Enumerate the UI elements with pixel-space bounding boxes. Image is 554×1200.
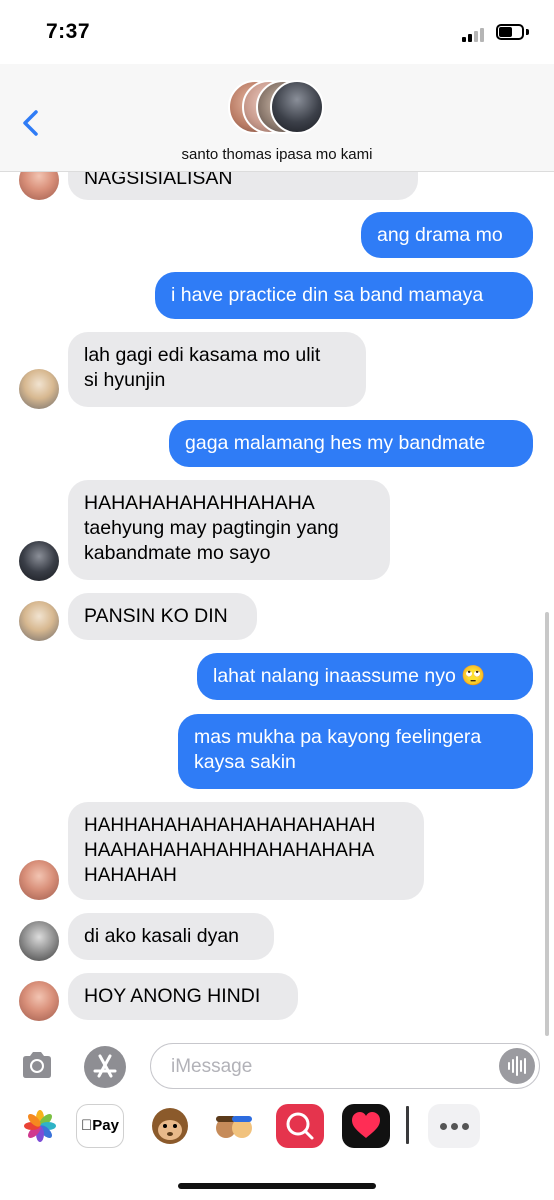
sender-avatar xyxy=(19,601,59,641)
sender-avatar xyxy=(19,860,59,900)
message-bubble-outgoing[interactable]: lahat nalang inaassume nyo 🙄 xyxy=(197,653,533,700)
message-bubble-incoming[interactable]: PANSIN KO DIN xyxy=(68,593,257,640)
message-thread: NAGSISIALISAN ang drama mo i have practi… xyxy=(0,172,554,1038)
message-bubble-outgoing[interactable]: gaga malamang hes my bandmate xyxy=(169,420,533,467)
message-bubble-outgoing[interactable]: mas mukha pa kayong feelingera kaysa sak… xyxy=(178,714,533,789)
apple-logo-icon:  xyxy=(81,1117,92,1134)
avatar xyxy=(270,80,324,134)
sender-avatar xyxy=(19,921,59,961)
sender-avatar xyxy=(19,541,59,581)
message-bubble-incoming[interactable]: lah gagi edi kasama mo ulit si hyunjin xyxy=(68,332,366,407)
digital-touch-icon[interactable] xyxy=(342,1104,390,1148)
group-name[interactable]: santo thomas ipasa mo kami xyxy=(0,146,554,163)
composer-bar xyxy=(0,1038,554,1100)
message-bubble-incoming[interactable]: HOY ANONG HINDI xyxy=(68,973,298,1020)
message-bubble-outgoing[interactable]: ang drama mo xyxy=(361,212,533,258)
apple-pay-label: Pay xyxy=(86,1117,119,1134)
sender-avatar xyxy=(19,981,59,1021)
apple-pay-icon[interactable]: Pay xyxy=(76,1104,124,1148)
audio-waveform-icon[interactable] xyxy=(499,1048,535,1084)
battery-icon xyxy=(496,24,530,42)
more-icon[interactable] xyxy=(428,1104,480,1148)
group-avatars[interactable] xyxy=(228,80,328,138)
message-input-field[interactable] xyxy=(150,1043,540,1089)
message-bubble-incoming[interactable]: HAHHAHAHAHAHAHAHAHAHAH HAAHAHAHAHAHHAHAH… xyxy=(68,802,424,900)
cellular-signal-icon xyxy=(462,28,486,42)
message-bubble-incoming[interactable]: di ako kasali dyan xyxy=(68,913,274,960)
message-bubble-incoming[interactable]: NAGSISIALISAN xyxy=(68,172,418,200)
camera-icon[interactable] xyxy=(20,1050,54,1080)
memoji-icon[interactable] xyxy=(146,1104,194,1148)
photos-app-icon[interactable] xyxy=(16,1104,64,1148)
back-chevron-icon[interactable] xyxy=(18,108,46,138)
message-bubble-outgoing[interactable]: i have practice din sa band mamaya xyxy=(155,272,533,319)
conversation-header: santo thomas ipasa mo kami xyxy=(0,64,554,172)
status-time: 7:37 xyxy=(46,20,91,43)
home-indicator[interactable] xyxy=(178,1183,376,1189)
message-input[interactable] xyxy=(169,1044,473,1089)
drawer-divider xyxy=(406,1106,409,1144)
search-app-icon[interactable] xyxy=(276,1104,324,1148)
message-bubble-incoming[interactable]: HAHAHAHAHAHHAHAHA taehyung may pagtingin… xyxy=(68,480,390,580)
sender-avatar xyxy=(19,369,59,409)
scrollbar[interactable] xyxy=(545,612,549,1036)
memoji-stickers-icon[interactable] xyxy=(210,1104,258,1148)
sender-avatar xyxy=(19,172,59,200)
status-bar: 7:37 xyxy=(0,0,554,64)
app-store-icon[interactable] xyxy=(84,1046,126,1088)
